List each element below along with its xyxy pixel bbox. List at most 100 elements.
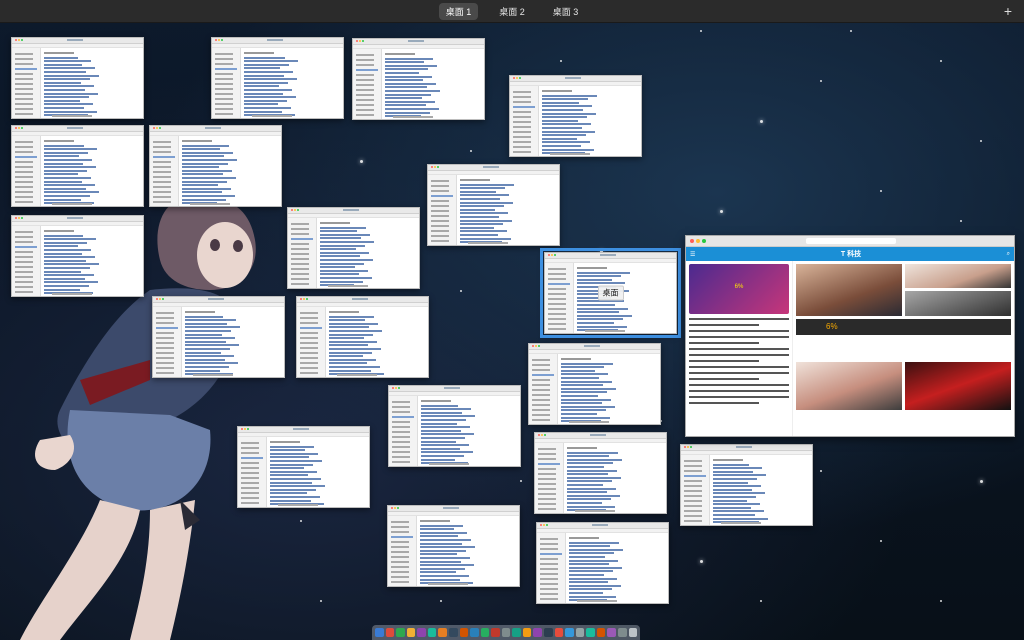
dock-app-icon[interactable] [470,628,479,637]
star [940,600,942,602]
article-grid: 6% [793,261,1014,436]
mission-control-spaces-bar: 桌面 1 桌面 2 桌面 3 + [0,0,1024,23]
finder-window-thumbnail[interactable] [149,125,282,207]
add-space-button[interactable]: + [1004,3,1012,19]
file-list [179,136,281,206]
space-tab-2[interactable]: 桌面 2 [492,3,532,20]
dock-app-icon[interactable] [406,628,416,637]
article-image-5 [905,361,1011,410]
dock-app-icon[interactable] [522,628,532,637]
dock-app-icon[interactable] [491,628,500,637]
finder-window-thumbnail[interactable]: 桌面 [540,248,681,338]
file-list [326,307,428,377]
dock-app-icon[interactable] [385,628,395,637]
dock-app-icon[interactable] [554,628,564,637]
browser-titlebar [686,236,1014,247]
window-titlebar [388,506,519,512]
dock-app-icon[interactable] [417,628,426,637]
finder-window-thumbnail[interactable] [528,343,661,425]
site-logo: T 科技 [840,251,862,258]
dock-app-icon[interactable] [607,628,616,637]
window-titlebar [288,208,419,214]
finder-window-thumbnail[interactable] [534,432,667,514]
star [300,520,302,522]
site-menu-icon: ☰ [690,251,696,258]
star [760,120,763,123]
star [440,600,442,602]
dock-app-icon[interactable] [617,628,627,637]
site-header: ☰ T 科技 ⌕ [686,247,1014,261]
file-list [710,455,812,525]
window-titlebar [212,38,343,44]
finder-window-thumbnail[interactable] [11,125,144,207]
browser-window-thumbnail[interactable]: ☰ T 科技 ⌕ 6% 6% [685,235,1015,437]
file-list [574,263,676,333]
finder-window-thumbnail[interactable] [509,75,642,157]
finder-window-thumbnail[interactable] [388,385,521,467]
finder-sidebar [150,136,179,206]
space-tab-3[interactable]: 桌面 3 [546,3,586,20]
finder-window-thumbnail[interactable] [296,296,429,378]
dock-app-icon[interactable] [512,628,521,637]
window-titlebar [297,297,428,303]
finder-window-thumbnail[interactable] [152,296,285,378]
star [460,290,462,292]
finder-sidebar [297,307,326,377]
finder-window-thumbnail[interactable] [680,444,813,526]
finder-sidebar [238,437,267,507]
star [850,30,852,32]
status-bar [52,203,92,205]
status-bar [252,115,292,117]
status-bar [585,330,625,332]
status-bar [190,203,230,205]
finder-sidebar [681,455,710,525]
window-hover-label: 桌面 [597,285,624,301]
file-list [41,226,143,296]
file-list [182,307,284,377]
article-image-4 [796,361,902,410]
space-tab-1[interactable]: 桌面 1 [438,2,479,20]
finder-window-thumbnail[interactable] [211,37,344,119]
dock-app-icon[interactable] [427,628,437,637]
finder-window-thumbnail[interactable] [427,164,560,246]
star [880,190,882,192]
finder-sidebar [12,136,41,206]
window-titlebar [12,216,143,222]
dock-app-icon[interactable] [565,628,574,637]
dock-app-icon[interactable] [544,628,553,637]
dock-app-icon[interactable] [596,628,606,637]
window-titlebar [510,76,641,82]
window-titlebar [12,126,143,132]
star [820,80,822,82]
dock-app-icon[interactable] [586,628,595,637]
search-icon: ⌕ [1006,250,1010,257]
dock-app-icon[interactable] [459,628,469,637]
status-bar [328,285,368,287]
finder-window-thumbnail[interactable] [287,207,420,289]
finder-sidebar [537,533,566,603]
window-titlebar [12,38,143,44]
dock-app-icon[interactable] [438,628,447,637]
finder-window-thumbnail[interactable] [352,38,485,120]
file-list [539,86,641,156]
finder-window-thumbnail[interactable] [11,37,144,119]
dock-app-icon[interactable] [501,628,511,637]
star [470,150,472,152]
finder-window-thumbnail[interactable] [237,426,370,508]
finder-window-thumbnail[interactable] [387,505,520,587]
window-titlebar [428,165,559,171]
dock-app-icon[interactable] [533,628,542,637]
dock-app-icon[interactable] [575,628,585,637]
finder-window-thumbnail[interactable] [536,522,669,604]
file-list [41,136,143,206]
dock-app-icon[interactable] [448,628,458,637]
dock-app-icon[interactable] [480,628,490,637]
dock-app-icon[interactable] [396,628,405,637]
dock-app-icon[interactable] [628,628,638,637]
dock-app-icon[interactable] [375,628,384,637]
file-list [564,443,666,513]
star [760,600,762,602]
address-bar [806,238,896,244]
ad-banner: 6% [689,264,789,314]
finder-window-thumbnail[interactable] [11,215,144,297]
